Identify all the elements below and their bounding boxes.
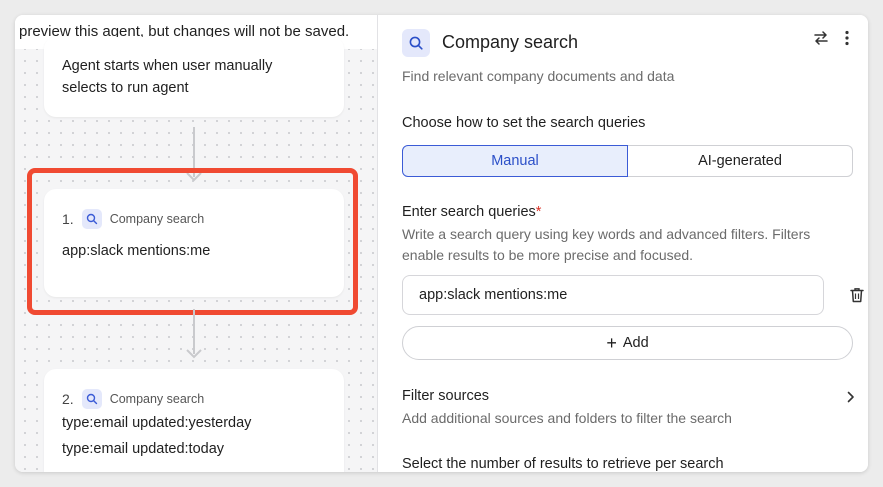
trigger-text-line1: Agent starts when user manually <box>62 58 273 74</box>
add-query-label: Add <box>622 335 649 351</box>
arrow-down-icon <box>186 349 202 359</box>
queries-label-text: Enter search queries <box>402 204 536 220</box>
search-icon <box>81 389 102 409</box>
workflow-canvas[interactable]: preview this agent, but changes will not… <box>15 15 378 472</box>
search-icon <box>402 29 430 57</box>
step-title: Company search <box>109 392 205 406</box>
queries-help: Write a search query using key words and… <box>402 224 842 266</box>
trash-icon[interactable] <box>848 285 866 305</box>
panel-subtitle: Find relevant company documents and data <box>402 68 675 84</box>
search-query-input[interactable] <box>402 275 824 315</box>
filter-sources-help: Add additional sources and folders to fi… <box>402 410 732 426</box>
required-mark: * <box>535 204 542 220</box>
queries-help-line1: Write a search query using key words and… <box>402 226 811 242</box>
plus-icon: + <box>606 333 617 353</box>
results-count-label: Select the number of results to retrieve… <box>402 456 724 472</box>
chevron-right-icon[interactable] <box>844 389 858 405</box>
filter-sources-label[interactable]: Filter sources <box>402 388 489 404</box>
step-query: type:email updated:today <box>62 441 225 457</box>
mode-manual-button[interactable]: Manual <box>402 145 628 177</box>
step-settings-panel: Company search Find relevant company doc… <box>378 15 868 472</box>
queries-label: Enter search queries* <box>402 204 541 220</box>
mode-toggle: Manual AI-generated <box>402 145 853 177</box>
swap-icon[interactable] <box>810 27 832 49</box>
step-number: 2. <box>62 391 74 407</box>
step-query: type:email updated:yesterday <box>62 415 252 431</box>
connector-line <box>193 309 195 354</box>
more-options-icon[interactable] <box>838 27 856 49</box>
mode-label: Choose how to set the search queries <box>402 115 646 131</box>
trigger-card[interactable]: Agent starts when user manually selects … <box>44 37 344 117</box>
queries-help-line2: enable results to be more precise and fo… <box>402 247 694 263</box>
step-card-2[interactable]: 2. Company search type:email updated:yes… <box>44 369 344 472</box>
panel-title: Company search <box>442 32 579 52</box>
app-window: preview this agent, but changes will not… <box>15 15 868 472</box>
selection-highlight <box>27 168 358 315</box>
trigger-text-line2: selects to run agent <box>62 80 189 96</box>
add-query-button[interactable]: + Add <box>402 326 853 360</box>
mode-ai-button[interactable]: AI-generated <box>628 145 853 177</box>
